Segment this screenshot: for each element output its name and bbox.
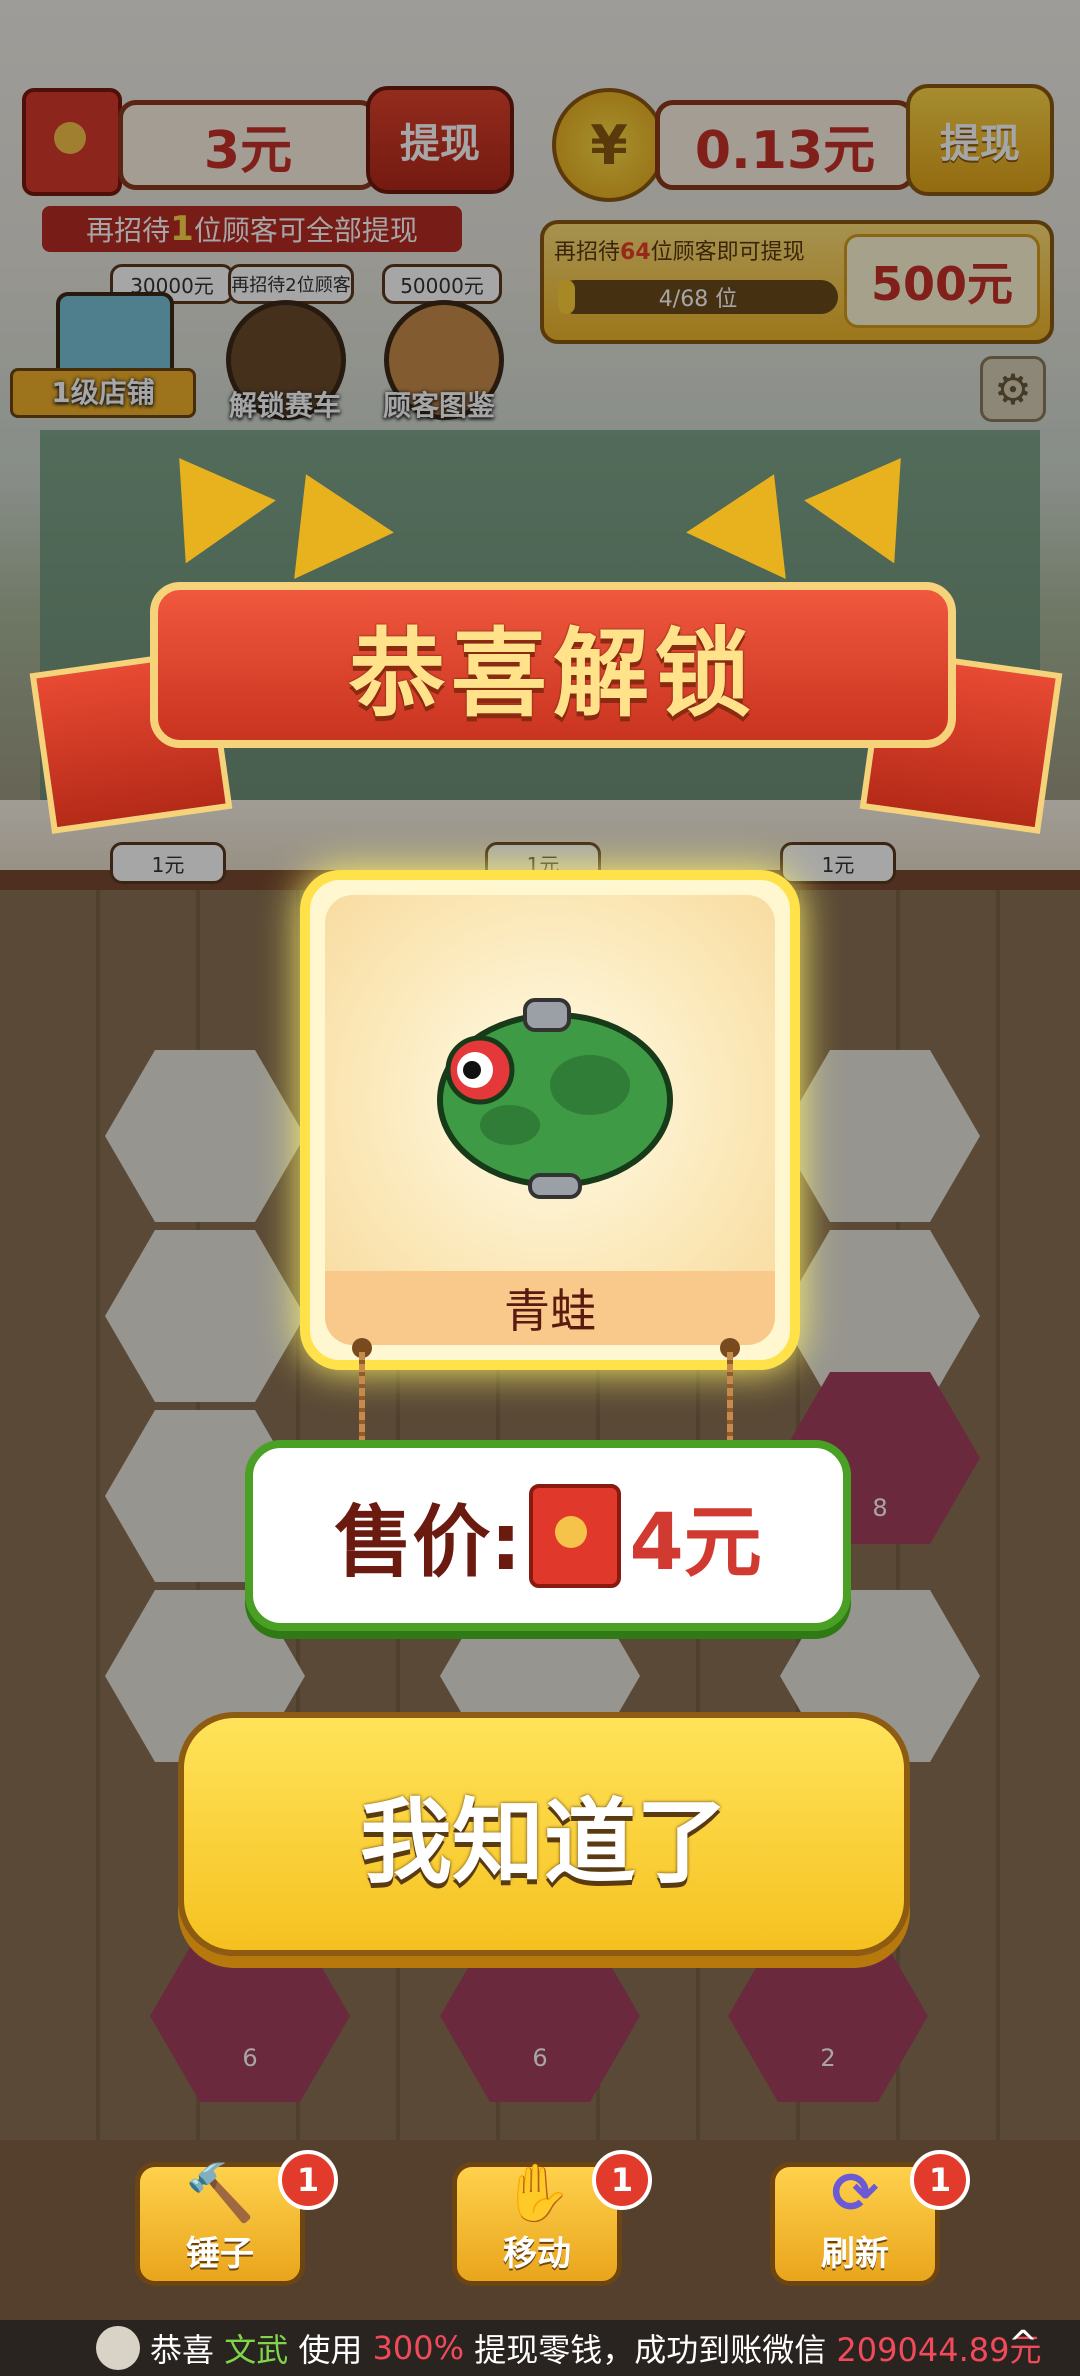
refresh-icon: ⟳ — [831, 2161, 879, 2226]
rope — [727, 1352, 733, 1442]
hammer-icon: 🔨 — [185, 2161, 255, 2226]
red-envelope-icon — [529, 1483, 622, 1588]
refresh-badge: 1 — [910, 2150, 970, 2210]
price-value: 4元 — [629, 1497, 762, 1588]
card-inner: 青蛙 — [325, 895, 775, 1345]
ticker-user: 文武 — [224, 2331, 289, 2369]
ticker-mid: 使用 — [298, 2331, 363, 2369]
hammer-badge: 1 — [278, 2150, 338, 2210]
ticker-percent: 300% — [372, 2329, 465, 2367]
move-badge: 1 — [592, 2150, 652, 2210]
unlocked-item-card: 青蛙 — [300, 870, 800, 1370]
frog-icon — [437, 998, 673, 1199]
banner-title: 恭喜解锁 — [349, 617, 757, 730]
unlock-banner: 恭喜解锁 — [150, 582, 956, 748]
confirm-button[interactable]: 我知道了 — [178, 1712, 910, 1956]
hammer-tool-label: 锤子 — [186, 2234, 254, 2274]
sell-price-box: 售价: 4元 — [245, 1440, 851, 1631]
hand-icon: ✋ — [502, 2161, 572, 2226]
move-tool-label: 移动 — [503, 2234, 571, 2274]
avatar — [96, 2326, 140, 2370]
refresh-tool-label: 刷新 — [821, 2234, 889, 2274]
chevron-up-icon[interactable]: ^ — [1008, 2324, 1038, 2365]
price-label: 售价: — [334, 1497, 522, 1588]
ticker-action: 提现零钱，成功到账微信 — [474, 2331, 827, 2369]
rope — [359, 1352, 365, 1442]
winner-ticker: 恭喜 文武 使用 300% 提现零钱，成功到账微信 209044.89元 ^ — [0, 2320, 1080, 2376]
ticker-prefix: 恭喜 — [150, 2331, 215, 2369]
item-name: 青蛙 — [325, 1271, 775, 1345]
